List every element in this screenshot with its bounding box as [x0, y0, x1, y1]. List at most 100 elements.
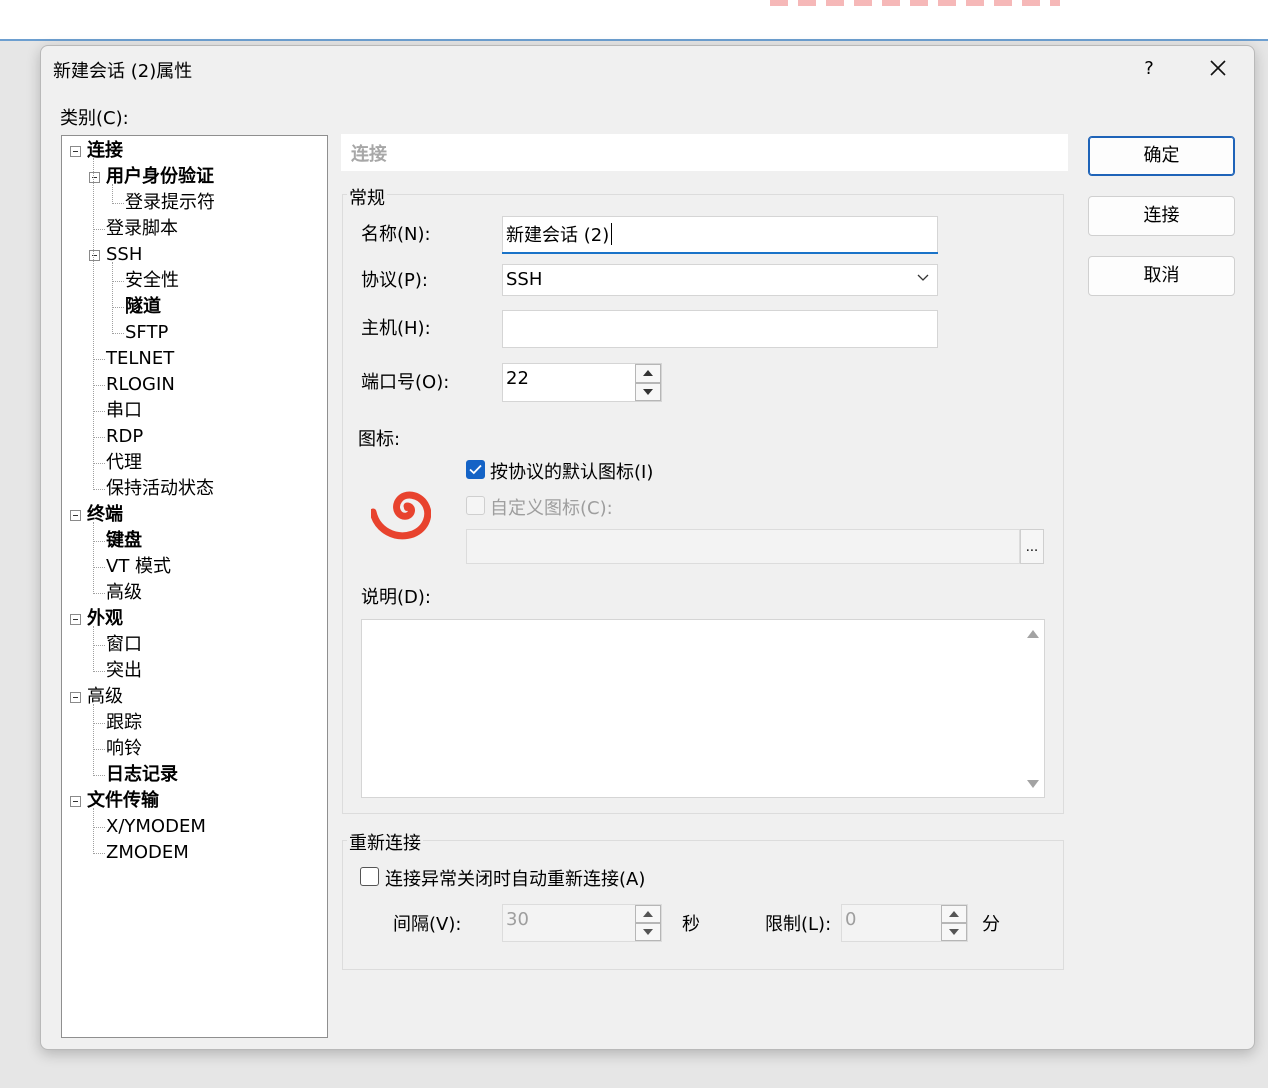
tree-collapse-icon[interactable]: [70, 510, 81, 521]
custom-icon-checkbox[interactable]: [466, 496, 485, 515]
help-button[interactable]: ?: [1126, 50, 1172, 86]
arrow-down-icon: [643, 388, 653, 395]
protocol-label: 协议(P):: [361, 270, 428, 291]
tree-node[interactable]: 高级: [106, 580, 142, 606]
custom-icon-path-input[interactable]: [466, 529, 1020, 564]
tree-connector: [93, 463, 105, 464]
tree-node[interactable]: TELNET: [106, 346, 174, 372]
cancel-button[interactable]: 取消: [1088, 256, 1235, 296]
limit-label: 限制(L):: [765, 914, 832, 935]
interval-stepper-down[interactable]: [635, 923, 661, 941]
limit-unit: 分: [982, 914, 1000, 935]
tree-node[interactable]: 日志记录: [106, 762, 178, 788]
arrow-up-icon: [643, 911, 653, 917]
tree-collapse-icon[interactable]: [89, 250, 100, 261]
close-button[interactable]: [1191, 50, 1245, 86]
tree-node[interactable]: 串口: [106, 398, 142, 424]
tree-connector: [93, 593, 105, 594]
host-input[interactable]: [502, 310, 938, 348]
browse-button-label: ...: [1025, 540, 1039, 555]
arrow-up-icon: [949, 911, 959, 917]
tree-connector: [93, 541, 105, 542]
tree-node[interactable]: RDP: [106, 424, 143, 450]
tree-collapse-icon[interactable]: [70, 692, 81, 703]
tree-collapse-icon[interactable]: [70, 614, 81, 625]
tree-node[interactable]: 保持活动状态: [106, 476, 214, 502]
tree-node[interactable]: 突出: [106, 658, 142, 684]
tree-connector: [93, 775, 105, 776]
tree-guide: [93, 626, 94, 672]
session-properties-dialog: 新建会话 (2)属性 ? 类别(C): 连接 用户身份验证 登录提示符 登录脚本 SSH…: [40, 45, 1255, 1050]
tree-connector: [93, 229, 105, 230]
auto-reconnect-checkbox[interactable]: [360, 867, 379, 886]
tree-connector: [93, 411, 105, 412]
tree-node[interactable]: 响铃: [106, 736, 142, 762]
tree-guide: [112, 184, 113, 204]
tree-node[interactable]: ZMODEM: [106, 840, 189, 866]
background-window-strip: [0, 0, 1268, 40]
tree-node[interactable]: X/YMODEM: [106, 814, 206, 840]
tree-connector: [112, 203, 124, 204]
interval-input[interactable]: 30: [502, 904, 662, 942]
port-stepper: [635, 364, 661, 401]
tree-collapse-icon[interactable]: [70, 146, 81, 157]
description-label: 说明(D):: [361, 587, 431, 608]
tree-node[interactable]: 键盘: [106, 528, 142, 554]
name-input-focus-underline: [502, 252, 938, 254]
tree-node[interactable]: VT 模式: [106, 554, 171, 580]
connect-button[interactable]: 连接: [1088, 196, 1235, 236]
name-input-value: 新建会话 (2): [506, 225, 610, 246]
tree-guide: [93, 522, 94, 594]
limit-stepper-up[interactable]: [941, 905, 967, 923]
tree-node[interactable]: SFTP: [125, 320, 168, 346]
auto-reconnect-label: 连接异常关闭时自动重新连接(A): [385, 869, 646, 890]
dialog-titlebar: 新建会话 (2)属性 ?: [41, 46, 1254, 90]
tree-node[interactable]: 用户身份验证: [106, 164, 214, 190]
background-window-border: [0, 39, 1268, 41]
tree-collapse-icon[interactable]: [89, 172, 100, 183]
tree-node[interactable]: 代理: [106, 450, 142, 476]
tree-connector: [93, 385, 105, 386]
tree-node[interactable]: 登录提示符: [125, 190, 215, 216]
arrow-down-icon: [949, 929, 959, 935]
protocol-select[interactable]: SSH: [502, 264, 938, 296]
icon-label: 图标:: [358, 429, 401, 450]
tree-node[interactable]: 跟踪: [106, 710, 142, 736]
limit-stepper-down[interactable]: [941, 923, 967, 941]
scroll-up-icon[interactable]: [1027, 630, 1039, 638]
port-stepper-up[interactable]: [635, 364, 661, 383]
port-input[interactable]: 22: [502, 363, 662, 402]
port-input-value: 22: [506, 368, 529, 389]
browse-icon-button[interactable]: ...: [1020, 529, 1044, 564]
tree-connector: [93, 645, 105, 646]
limit-input[interactable]: 0: [841, 904, 968, 942]
check-icon: [469, 464, 482, 475]
tree-node[interactable]: 文件传输: [87, 788, 159, 814]
tree-connector: [93, 437, 105, 438]
category-tree[interactable]: 连接 用户身份验证 登录提示符 登录脚本 SSH 安全性 隧道 SFTP TELNET RLOGI…: [61, 135, 328, 1038]
tree-collapse-icon[interactable]: [70, 796, 81, 807]
chevron-down-icon: [917, 274, 929, 281]
tree-node[interactable]: RLOGIN: [106, 372, 175, 398]
tree-connector: [93, 827, 105, 828]
category-label: 类别(C):: [60, 108, 129, 129]
scroll-down-icon[interactable]: [1027, 780, 1039, 788]
tree-node[interactable]: 安全性: [125, 268, 179, 294]
tree-connector: [93, 489, 105, 490]
description-textarea[interactable]: [361, 619, 1045, 798]
tree-connector: [93, 749, 105, 750]
tree-node[interactable]: 窗口: [106, 632, 142, 658]
close-icon: [1210, 60, 1226, 76]
tree-node[interactable]: 登录脚本: [106, 216, 178, 242]
ssh-swirl-icon: [371, 491, 431, 540]
dialog-title: 新建会话 (2)属性: [53, 61, 193, 82]
interval-stepper-up[interactable]: [635, 905, 661, 923]
ok-button[interactable]: 确定: [1088, 136, 1235, 176]
tree-connector: [93, 567, 105, 568]
tree-node[interactable]: 隧道: [125, 294, 161, 320]
name-input[interactable]: 新建会话 (2): [502, 216, 938, 254]
reconnect-group-title: 重新连接: [347, 829, 423, 855]
port-stepper-down[interactable]: [635, 382, 661, 401]
default-icon-checkbox[interactable]: [466, 460, 485, 479]
tree-connector: [93, 853, 105, 854]
